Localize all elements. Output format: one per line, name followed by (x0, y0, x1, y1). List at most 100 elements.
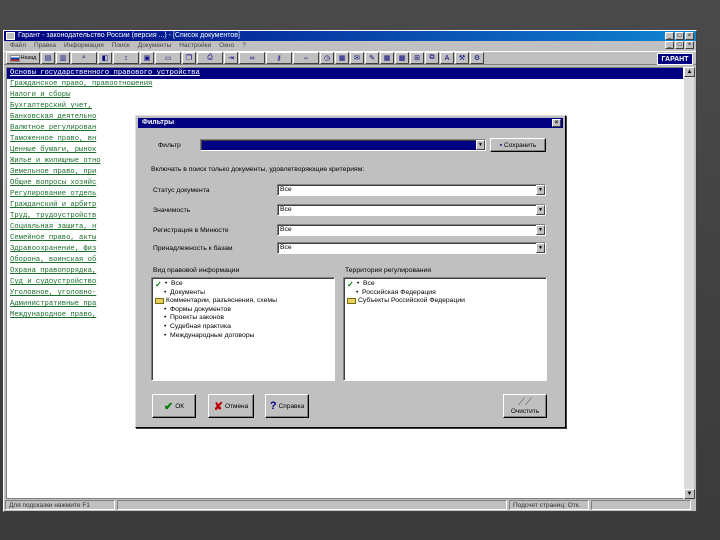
chevron-down-icon[interactable]: ▼ (536, 185, 545, 195)
folder-icon[interactable]: ▭ (155, 52, 181, 64)
table-icon[interactable]: ▦ (380, 52, 394, 64)
bookmark-icon[interactable]: ▣ (140, 52, 154, 64)
database-select[interactable]: Все ▼ (277, 242, 546, 254)
vertical-scrollbar[interactable]: ▲ ▼ (683, 67, 695, 499)
child-restore-button[interactable]: □ (675, 41, 684, 49)
menu-help[interactable]: ? (242, 41, 246, 50)
tree-item[interactable]: • Международные договоры (155, 332, 331, 341)
menu-search[interactable]: Поиск (112, 41, 130, 50)
question-icon: ? (269, 400, 277, 412)
child-minimize-button[interactable]: _ (665, 41, 674, 49)
tree-item[interactable]: • Российская Федерация (347, 289, 543, 298)
significance-field-label: Значимость (153, 207, 191, 214)
broom-icon: ⟋⟋ (518, 397, 532, 408)
menu-edit[interactable]: Правка (34, 41, 56, 50)
menu-window[interactable]: Окно (219, 41, 234, 50)
status-select[interactable]: Все ▼ (277, 184, 546, 196)
list-item[interactable]: Основы государственного правового устрой… (7, 68, 683, 79)
save-icon[interactable]: ▦ (335, 52, 349, 64)
save-icon: ▪ (499, 141, 502, 149)
territory-list[interactable]: ✓ • Все • Российская Федерация Субъекты Рос… (343, 277, 547, 381)
significance-select[interactable]: Все ▼ (277, 204, 546, 216)
edit-icon[interactable]: ✎ (365, 52, 379, 64)
settings-icon[interactable]: ⚙ (470, 52, 484, 64)
list-item[interactable]: Налоги и сборы (7, 90, 683, 101)
minimize-button[interactable]: _ (665, 32, 674, 40)
checkmark-icon: ✔ (163, 400, 174, 413)
criteria-heading: Включать в поиск только документы, удовл… (151, 166, 365, 173)
tree-item[interactable]: ✓ • Все (347, 280, 543, 289)
app-system-icon[interactable] (6, 32, 15, 40)
cancel-button[interactable]: ✘ Отмена (208, 394, 254, 418)
bullet-icon: • (164, 331, 167, 339)
tree-item[interactable]: Комментарии, разъяснения, схемы (155, 297, 331, 306)
clear-button[interactable]: ⟋⟋ Очистить (503, 394, 547, 418)
filter-icon[interactable]: ◧ (98, 52, 112, 64)
check-icon: ✓ (347, 279, 354, 289)
legal-info-list[interactable]: ✓ • Все • Документы Комментарии, разъяснени… (151, 277, 335, 381)
status-hint: Для подсказки нажмите F1 (5, 500, 115, 510)
scroll-down-icon[interactable]: ▼ (684, 489, 695, 499)
back-button[interactable]: Назад (6, 52, 40, 64)
help-button[interactable]: ? Справка (265, 394, 309, 418)
database-field-label: Принадлежность к базам (153, 245, 233, 252)
list-item[interactable]: Гражданское право, правоотношения (7, 79, 683, 90)
territory-heading: Территория регулирования (345, 267, 432, 274)
document-icon[interactable]: ▥ (56, 52, 70, 64)
copy-icon[interactable]: ❐ (182, 52, 196, 64)
tree-item[interactable]: • Проекты законов (155, 314, 331, 323)
history-icon[interactable]: ◷ (320, 52, 334, 64)
filter-select[interactable]: ▼ (200, 139, 486, 151)
cascade-icon[interactable]: ⧉ (425, 52, 439, 64)
registration-field-label: Регистрация в Минюсте (153, 227, 229, 234)
tile-icon[interactable]: ⊞ (410, 52, 424, 64)
bullet-icon: • (356, 288, 359, 296)
menu-documents[interactable]: Документы (138, 41, 172, 50)
key-icon[interactable]: ⚷ (266, 52, 292, 64)
cross-icon: ✘ (213, 400, 223, 413)
save-filter-button[interactable]: ▪ Сохранить (490, 138, 546, 152)
tools-icon[interactable]: ⚒ (455, 52, 469, 64)
chevron-down-icon[interactable]: ▼ (536, 225, 545, 235)
tree-item[interactable]: • Формы документов (155, 306, 331, 315)
list-icon[interactable]: ▤ (41, 52, 55, 64)
status-bar: Для подсказки нажмите F1 Подсчет страниц… (4, 499, 696, 511)
ok-button[interactable]: ✔ ОК (152, 394, 196, 418)
registration-select[interactable]: Все ▼ (277, 224, 546, 236)
folder-icon (155, 298, 164, 305)
link-icon[interactable]: ⇔ (293, 52, 319, 64)
dialog-titlebar: Фильтры × (138, 118, 563, 128)
chevron-down-icon[interactable]: ▼ (536, 243, 545, 253)
font-icon[interactable]: A (440, 52, 454, 64)
sort-icon[interactable]: ↕ (113, 52, 139, 64)
bullet-icon: • (164, 322, 167, 330)
calendar-icon[interactable]: ▩ (395, 52, 409, 64)
mail-icon[interactable]: ✉ (350, 52, 364, 64)
print-icon[interactable]: ⎙ (197, 52, 223, 64)
menu-bar: Файл Правка Информация Поиск Документы Н… (4, 41, 696, 50)
garant-logo: ГАРАНТ (657, 53, 693, 65)
menu-info[interactable]: Информация (64, 41, 104, 50)
window-title: Гарант - законодательство России (версия… (18, 32, 240, 39)
tree-item[interactable]: Субъекты Российской Федерации (347, 297, 543, 306)
chevron-down-icon[interactable]: ▼ (536, 205, 545, 215)
status-spacer (117, 500, 507, 510)
dialog-close-button[interactable]: × (552, 119, 561, 127)
glasses-icon[interactable]: ∞ (239, 52, 265, 64)
scroll-up-icon[interactable]: ▲ (684, 67, 695, 77)
bullet-icon: • (164, 314, 167, 322)
toolbar: Назад ▤ ▥ ⌕ ◧ ↕ ▣ ▭ ❐ ⎙ ⇥ ∞ ⚷ ⇔ ◷ ▦ ✉ ✎ … (4, 51, 696, 65)
export-icon[interactable]: ⇥ (224, 52, 238, 64)
tree-item[interactable]: • Документы (155, 289, 331, 298)
menu-settings[interactable]: Настройки (179, 41, 211, 50)
close-button[interactable]: × (685, 32, 694, 40)
chevron-down-icon[interactable]: ▼ (476, 140, 485, 150)
maximize-button[interactable]: □ (675, 32, 684, 40)
tree-item[interactable]: • Судебная практика (155, 323, 331, 332)
menu-file[interactable]: Файл (10, 41, 26, 50)
search-icon[interactable]: ⌕ (71, 52, 97, 64)
list-item[interactable]: Бухгалтерский учет, (7, 101, 683, 112)
tree-item[interactable]: ✓ • Все (155, 280, 331, 289)
flag-icon (9, 54, 20, 62)
child-close-button[interactable]: × (685, 41, 694, 49)
